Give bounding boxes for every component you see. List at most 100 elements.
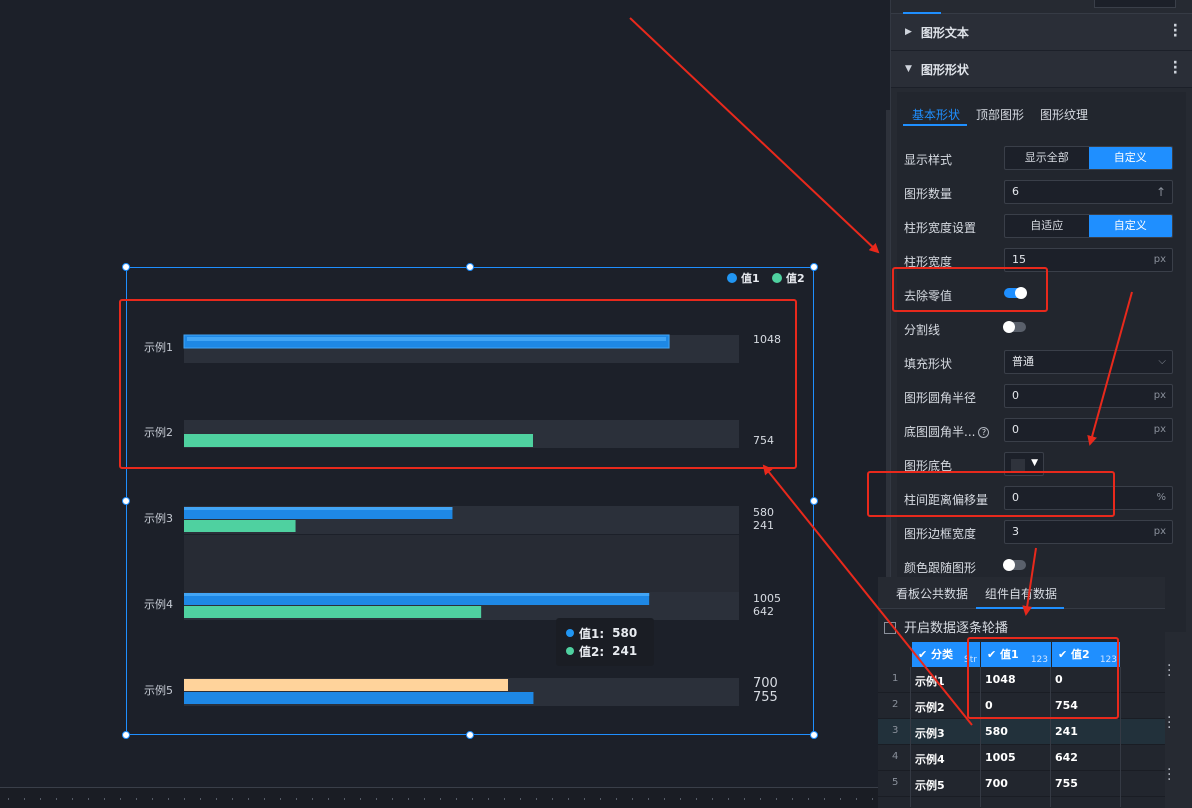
base-radius-input[interactable]: 0 px xyxy=(1004,418,1173,442)
bar-width-segmented: 自适应 自定义 xyxy=(1004,214,1173,238)
resize-handle-r[interactable] xyxy=(810,497,818,505)
cell-category[interactable]: 示例1 xyxy=(915,673,945,689)
table-row[interactable]: 4 示例4 1005 642 xyxy=(878,745,1165,771)
color-follow-toggle[interactable] xyxy=(1003,559,1026,571)
tab-component-data[interactable]: 组件自有数据 xyxy=(985,585,1057,602)
ruler-tick xyxy=(104,798,105,800)
cell-category[interactable]: 示例2 xyxy=(915,699,945,715)
bar-width-input[interactable]: 15 px xyxy=(1004,248,1173,272)
more-vertical-icon[interactable]: · · · xyxy=(1167,711,1179,736)
cell-value1[interactable]: 1048 xyxy=(985,673,1016,686)
selection-box[interactable] xyxy=(126,267,814,735)
option-custom[interactable]: 自定义 xyxy=(1088,147,1172,169)
option-show-all[interactable]: 显示全部 xyxy=(1005,147,1089,169)
section-shape-form[interactable]: ▼ 图形形状 · · · xyxy=(891,51,1192,88)
ruler-tick xyxy=(424,798,425,800)
resize-handle-t[interactable] xyxy=(466,263,474,271)
help-icon[interactable]: ? xyxy=(978,427,990,438)
resize-handle-tr[interactable] xyxy=(810,263,818,271)
ruler-tick xyxy=(456,798,457,800)
field-label: 分割线 xyxy=(904,323,941,337)
cell-category[interactable]: 示例5 xyxy=(915,777,945,793)
ruler-tick xyxy=(824,798,825,800)
field-label: 柱形宽度设置 xyxy=(904,221,977,235)
ruler-tick xyxy=(296,798,297,800)
more-vertical-icon[interactable]: · · · xyxy=(1167,763,1179,788)
ruler-tick xyxy=(712,798,713,800)
row-number: 5 xyxy=(892,777,899,788)
ruler-tick xyxy=(344,798,345,800)
subtab-top-shape[interactable]: 顶部图形 xyxy=(976,106,1024,123)
cell-category[interactable]: 示例4 xyxy=(915,751,945,767)
panel-search-input[interactable] xyxy=(1094,0,1176,8)
field-remove-zero: 去除零值 xyxy=(904,281,1174,307)
ruler-tick xyxy=(696,798,697,800)
cell-value1[interactable]: 700 xyxy=(985,777,1008,790)
section-title: 图形形状 xyxy=(920,62,969,77)
field-shape-count: 图形数量 6 ↑ xyxy=(904,179,1174,205)
shape-count-input[interactable]: 6 ↑ xyxy=(1004,180,1173,204)
cell-value1[interactable]: 580 xyxy=(985,725,1008,738)
input-value: 15 xyxy=(1012,253,1026,266)
more-vertical-icon[interactable]: · · · xyxy=(1173,56,1178,80)
ruler-tick xyxy=(744,798,745,800)
more-vertical-icon[interactable]: · · · xyxy=(1173,19,1178,43)
ruler-tick xyxy=(600,798,601,800)
corner-radius-input[interactable]: 0 px xyxy=(1004,384,1173,408)
resize-handle-b[interactable] xyxy=(466,731,474,739)
grid-divider xyxy=(1050,667,1051,807)
resize-handle-l[interactable] xyxy=(122,497,130,505)
unit-label: px xyxy=(1153,254,1166,265)
tooltip-label: 值2: xyxy=(579,644,605,659)
bar-gap-offset-input[interactable]: 0 % xyxy=(1004,486,1173,510)
tab-board-data[interactable]: 看板公共数据 xyxy=(896,585,968,602)
cell-value2[interactable]: 241 xyxy=(1055,725,1078,738)
resize-handle-bl[interactable] xyxy=(122,731,130,739)
column-header-category[interactable]: ✔ 分类 Str xyxy=(912,642,980,667)
column-label: 分类 xyxy=(931,648,954,661)
resize-handle-br[interactable] xyxy=(810,731,818,739)
chart-tooltip: 值1: 580 值2: 241 xyxy=(556,618,654,666)
column-header-value1[interactable]: ✔ 值1 123 xyxy=(981,642,1051,667)
cell-value2[interactable]: 642 xyxy=(1055,751,1078,764)
remove-zero-toggle[interactable] xyxy=(1004,287,1027,299)
cell-value2[interactable]: 755 xyxy=(1055,777,1078,790)
field-base-radius: 底图圆角半...? 0 px xyxy=(904,417,1174,443)
subtab-texture[interactable]: 图形纹理 xyxy=(1040,106,1088,123)
column-header-value2[interactable]: ✔ 值2 123 xyxy=(1052,642,1120,667)
ruler-tick xyxy=(56,798,57,800)
border-width-input[interactable]: 3 px xyxy=(1004,520,1173,544)
resize-handle-tl[interactable] xyxy=(122,263,130,271)
cell-value2[interactable]: 754 xyxy=(1055,699,1078,712)
ruler-tick xyxy=(792,798,793,800)
section-shape-text[interactable]: ▶ 图形文本 · · · xyxy=(891,14,1192,51)
ruler-tick xyxy=(136,798,137,800)
field-label: 显示样式 xyxy=(904,153,953,167)
table-row[interactable]: 1 示例1 1048 0 xyxy=(878,667,1165,693)
base-color-picker[interactable]: ▼ xyxy=(1004,452,1044,476)
table-row[interactable]: 2 示例2 0 754 xyxy=(878,693,1165,719)
ruler-tick xyxy=(504,798,505,800)
fill-shape-select[interactable]: 普通 ⌵ xyxy=(1004,350,1173,374)
ruler-tick xyxy=(440,798,441,800)
cell-value1[interactable]: 1005 xyxy=(985,751,1016,764)
ruler-tick xyxy=(680,798,681,800)
ruler-tick xyxy=(152,798,153,800)
option-adaptive[interactable]: 自适应 xyxy=(1005,215,1089,237)
cell-value1[interactable]: 0 xyxy=(985,699,993,712)
table-row[interactable]: 3 示例3 580 241 xyxy=(878,719,1165,745)
divider-toggle[interactable] xyxy=(1003,321,1026,333)
ruler-tick xyxy=(568,798,569,800)
field-fill-shape: 填充形状 普通 ⌵ xyxy=(904,349,1174,375)
table-row[interactable]: 5 示例5 700 755 xyxy=(878,771,1165,797)
option-custom[interactable]: 自定义 xyxy=(1088,215,1172,237)
carousel-checkbox[interactable]: 开启数据逐条轮播 xyxy=(884,617,1008,636)
series2-dot xyxy=(566,647,574,655)
more-vertical-icon[interactable]: · · · xyxy=(1167,659,1179,684)
cell-category[interactable]: 示例3 xyxy=(915,725,945,741)
field-bar-width-setting: 柱形宽度设置 自适应 自定义 xyxy=(904,213,1174,239)
cell-value2[interactable]: 0 xyxy=(1055,673,1063,686)
column-label: 值2 xyxy=(1071,648,1090,661)
subtab-basic-shape[interactable]: 基本形状 xyxy=(912,106,960,123)
stepper-up-icon[interactable]: ↑ xyxy=(1156,181,1166,203)
